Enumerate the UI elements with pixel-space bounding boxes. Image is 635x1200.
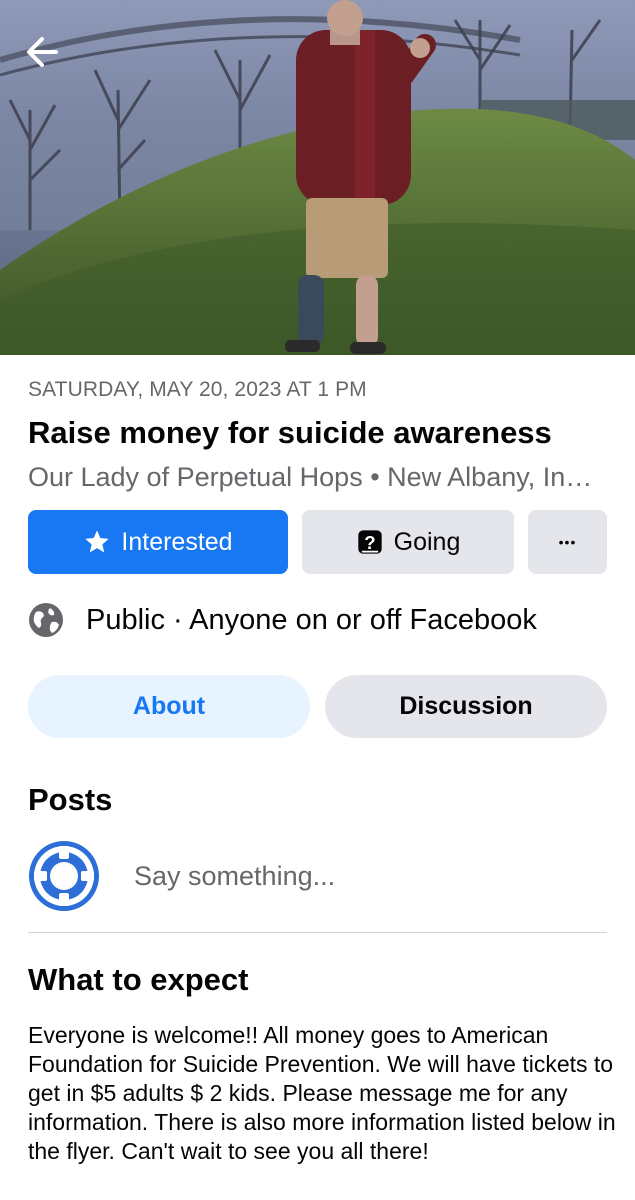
star-icon <box>83 528 111 556</box>
avatar <box>29 841 99 911</box>
cover-photo <box>0 0 635 355</box>
post-composer[interactable]: Say something... <box>28 840 607 912</box>
more-options-button[interactable]: ••• <box>528 510 607 574</box>
back-button[interactable] <box>18 28 66 76</box>
event-date: SATURDAY, MAY 20, 2023 AT 1 PM <box>28 378 367 401</box>
back-arrow-icon <box>27 37 58 67</box>
event-title: Raise money for suicide awareness <box>28 415 552 450</box>
event-location[interactable]: Our Lady of Perpetual Hops • New Albany,… <box>28 462 606 493</box>
question-box-icon: ? <box>356 528 384 556</box>
svg-text:?: ? <box>364 532 375 553</box>
what-to-expect-heading: What to expect <box>28 962 249 997</box>
what-to-expect-body: Everyone is welcome!! All money goes to … <box>28 1022 616 1164</box>
tab-discussion[interactable]: Discussion <box>325 675 607 738</box>
interested-label: Interested <box>121 527 233 556</box>
going-label: Going <box>393 527 461 556</box>
divider <box>28 932 607 933</box>
going-button[interactable]: ? Going <box>302 510 514 574</box>
globe-icon <box>29 603 63 637</box>
more-dots-icon: ••• <box>558 534 577 550</box>
interested-button[interactable]: Interested <box>28 510 288 574</box>
composer-placeholder: Say something... <box>134 860 336 891</box>
tab-about[interactable]: About <box>28 675 310 738</box>
privacy-row: Public · Anyone on or off Facebook <box>28 598 537 642</box>
privacy-text: Public · Anyone on or off Facebook <box>86 603 537 636</box>
posts-heading: Posts <box>28 782 113 817</box>
